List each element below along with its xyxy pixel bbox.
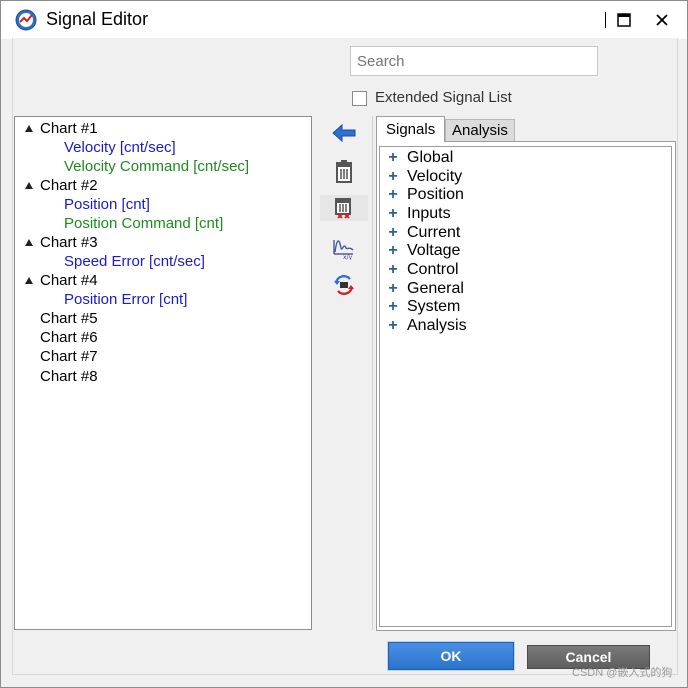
window-title: Signal Editor	[46, 9, 149, 29]
signal-group-label: Inputs	[407, 205, 451, 222]
tree-chart-4[interactable]: Chart #4	[40, 272, 98, 289]
signal-group-label: System	[407, 298, 461, 315]
signal-group-label: General	[407, 280, 464, 297]
maximize-icon[interactable]	[611, 7, 637, 33]
tree-signal[interactable]: Velocity [cnt/sec]	[64, 139, 176, 156]
signal-group-label: Position	[407, 186, 464, 203]
expand-plus-icon[interactable]: +	[388, 186, 398, 204]
search-input[interactable]	[350, 46, 598, 76]
expand-plus-icon[interactable]: +	[388, 298, 398, 316]
signal-group-label: Analysis	[407, 317, 467, 334]
title-bar: Signal Editor	[1, 1, 687, 39]
tree-chart-6[interactable]: Chart #6	[40, 329, 98, 346]
swap-icon[interactable]	[320, 272, 368, 298]
expand-plus-icon[interactable]: +	[388, 242, 398, 260]
expand-plus-icon[interactable]: +	[388, 224, 398, 242]
tab-analysis[interactable]: Analysis	[445, 119, 515, 142]
add-signal-arrow-icon[interactable]	[320, 120, 368, 146]
signal-group-control[interactable]: + Control	[388, 261, 459, 279]
extended-signal-list-checkbox[interactable]	[352, 91, 367, 106]
collapse-triangle-icon[interactable]	[25, 239, 33, 246]
svg-text:x/y: x/y	[343, 254, 353, 260]
ok-button[interactable]: OK	[388, 642, 514, 670]
extended-signal-list-label: Extended Signal List	[375, 89, 512, 106]
tree-chart-2[interactable]: Chart #2	[40, 177, 98, 194]
watermark: CSDN @嵌入式的狗	[572, 667, 673, 679]
signal-group-global[interactable]: + Global	[388, 149, 453, 167]
signal-group-label: Current	[407, 224, 461, 241]
tree-signal[interactable]: Speed Error [cnt/sec]	[64, 253, 205, 270]
close-icon[interactable]	[649, 7, 675, 33]
trash-icon[interactable]	[320, 158, 368, 184]
expand-plus-icon[interactable]: +	[388, 205, 398, 223]
signal-group-general[interactable]: + General	[388, 280, 464, 298]
signal-group-current[interactable]: + Current	[388, 224, 460, 242]
expand-plus-icon[interactable]: +	[388, 261, 398, 279]
tree-signal[interactable]: Position Command [cnt]	[64, 215, 223, 232]
signal-group-voltage[interactable]: + Voltage	[388, 242, 460, 260]
signal-group-list: + Global + Velocity + Position + Inputs + Cur…	[379, 146, 672, 627]
tree-signal[interactable]: Position [cnt]	[64, 196, 150, 213]
tree-signal[interactable]: Position Error [cnt]	[64, 291, 187, 308]
expand-plus-icon[interactable]: +	[388, 280, 398, 298]
collapse-triangle-icon[interactable]	[25, 277, 33, 284]
tree-chart-3[interactable]: Chart #3	[40, 234, 98, 251]
collapse-triangle-icon[interactable]	[25, 125, 33, 132]
tree-chart-7[interactable]: Chart #7	[40, 348, 98, 365]
expand-plus-icon[interactable]: +	[388, 168, 398, 186]
tree-chart-5[interactable]: Chart #5	[40, 310, 98, 327]
signal-group-label: Control	[407, 261, 459, 278]
expand-plus-icon[interactable]: +	[388, 149, 398, 167]
app-icon	[15, 9, 37, 31]
tree-chart-8[interactable]: Chart #8	[40, 368, 98, 385]
signal-group-position[interactable]: + Position	[388, 186, 464, 204]
fft-icon[interactable]: x/y	[320, 234, 368, 260]
panel-divider	[372, 116, 373, 630]
tab-signals[interactable]: Signals	[376, 116, 445, 142]
signal-group-label: Global	[407, 149, 454, 166]
signal-group-velocity[interactable]: + Velocity	[388, 168, 462, 186]
signal-group-label: Voltage	[407, 242, 461, 259]
tree-chart-1[interactable]: Chart #1	[40, 120, 98, 137]
delete-all-icon[interactable]	[320, 195, 368, 221]
signal-group-system[interactable]: + System	[388, 298, 460, 316]
chart-tree: Chart #1 Velocity [cnt/sec] Velocity Com…	[14, 116, 312, 630]
collapse-triangle-icon[interactable]	[25, 182, 33, 189]
signal-group-analysis[interactable]: + Analysis	[388, 317, 467, 335]
tree-signal[interactable]: Velocity Command [cnt/sec]	[64, 158, 249, 175]
signal-group-label: Velocity	[407, 168, 463, 185]
title-separator	[605, 12, 606, 28]
expand-plus-icon[interactable]: +	[388, 317, 398, 335]
signal-group-inputs[interactable]: + Inputs	[388, 205, 451, 223]
